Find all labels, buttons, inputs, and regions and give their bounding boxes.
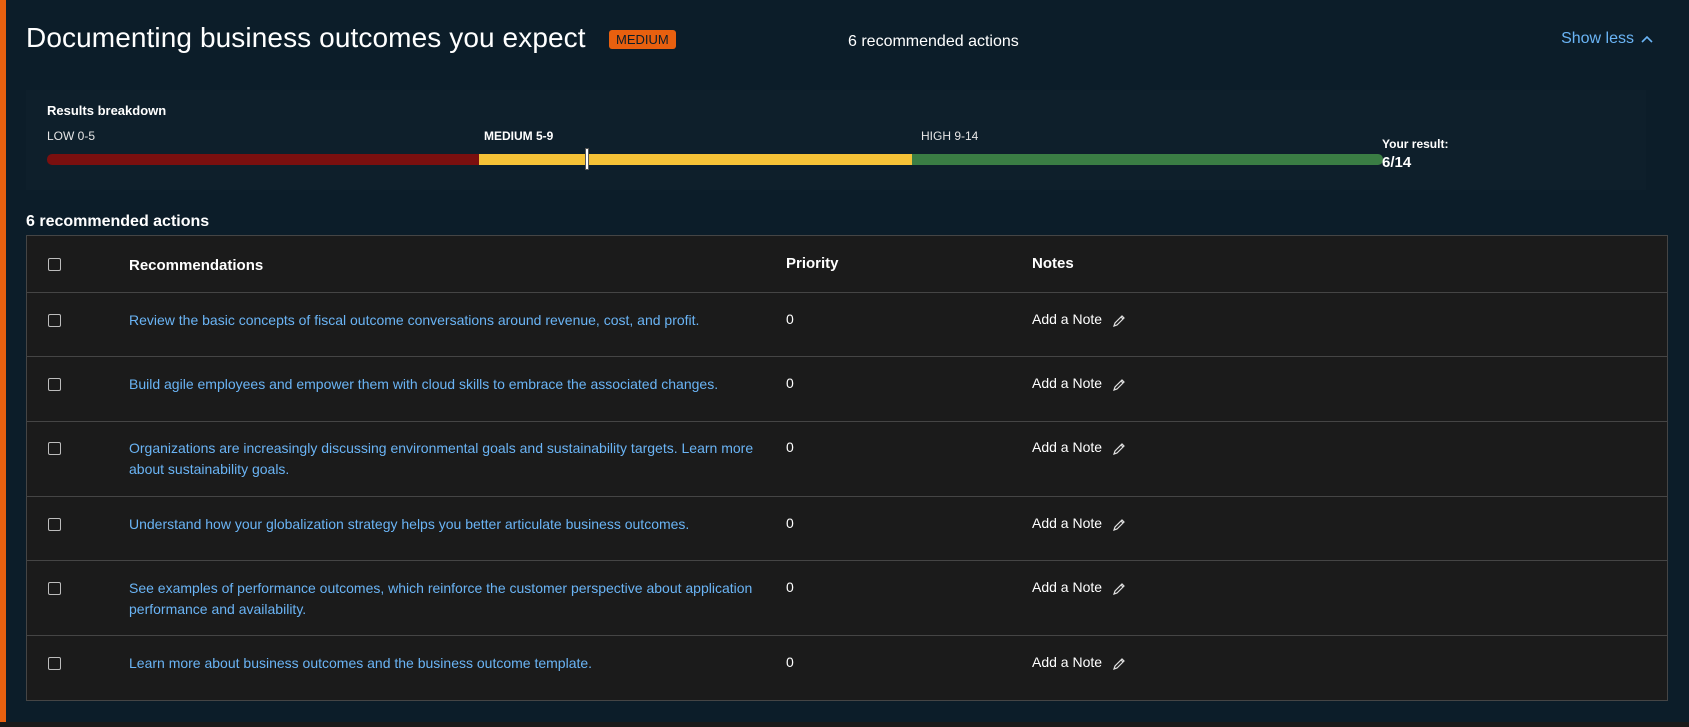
notes-cell: Add a Note: [1032, 439, 1126, 456]
priority-value: 0: [786, 579, 794, 595]
column-header-priority: Priority: [786, 255, 839, 272]
notes-cell: Add a Note: [1032, 375, 1126, 392]
level-badge: MEDIUM: [609, 30, 676, 49]
row-checkbox[interactable]: [48, 314, 61, 327]
table-row: Organizations are increasingly discussin…: [27, 422, 1667, 497]
select-all-checkbox[interactable]: [48, 258, 61, 271]
recommendation-link[interactable]: Organizations are increasingly discussin…: [129, 438, 769, 480]
priority-value: 0: [786, 439, 794, 455]
pencil-icon[interactable]: [1112, 518, 1126, 532]
column-header-recommendations: Recommendations: [129, 257, 264, 274]
page-header: Documenting business outcomes you expect…: [26, 18, 1666, 62]
show-less-label: Show less: [1561, 30, 1634, 47]
priority-value: 0: [786, 654, 794, 670]
pencil-icon[interactable]: [1112, 657, 1126, 671]
priority-value: 0: [786, 375, 794, 391]
result-label: Your result:: [1382, 137, 1449, 151]
show-less-button[interactable]: Show less: [1561, 30, 1654, 48]
recommendation-link[interactable]: Review the basic concepts of fiscal outc…: [129, 310, 769, 331]
notes-cell: Add a Note: [1032, 654, 1126, 671]
column-header-notes: Notes: [1032, 255, 1074, 272]
recommendation-link[interactable]: Understand how your globalization strate…: [129, 514, 769, 535]
recommended-actions-heading: 6 recommended actions: [26, 213, 210, 230]
priority-value: 0: [786, 311, 794, 327]
table-row: Understand how your globalization strate…: [27, 497, 1667, 561]
pencil-icon[interactable]: [1112, 442, 1126, 456]
table-row: Review the basic concepts of fiscal outc…: [27, 293, 1667, 357]
notes-cell: Add a Note: [1032, 515, 1126, 532]
range-label-medium: MEDIUM 5-9: [484, 129, 554, 143]
recommendation-link[interactable]: Build agile employees and empower them w…: [129, 374, 769, 395]
result-value: 6/14: [1382, 154, 1412, 171]
table-header-row: Recommendations Priority Notes: [27, 236, 1667, 293]
score-marker: [585, 148, 590, 170]
pencil-icon[interactable]: [1112, 582, 1126, 596]
range-bar-low: [47, 154, 479, 165]
table-row: See examples of performance outcomes, wh…: [27, 561, 1667, 636]
row-checkbox[interactable]: [48, 582, 61, 595]
range-label-low: LOW 0-5: [47, 129, 96, 143]
bottom-strip: [0, 722, 1689, 727]
recommendations-table: Recommendations Priority Notes Review th…: [26, 235, 1668, 701]
add-note-link[interactable]: Add a Note: [1032, 579, 1102, 595]
page-title: Documenting business outcomes you expect: [26, 22, 586, 53]
recommendation-link[interactable]: Learn more about business outcomes and t…: [129, 653, 769, 674]
chevron-up-icon: [1641, 35, 1653, 43]
pencil-icon[interactable]: [1112, 378, 1126, 392]
add-note-link[interactable]: Add a Note: [1032, 439, 1102, 455]
row-checkbox[interactable]: [48, 657, 61, 670]
range-bar-medium: [479, 154, 912, 165]
results-breakdown: Results breakdown LOW 0-5 MEDIUM 5-9 HIG…: [26, 90, 1646, 190]
table-row: Build agile employees and empower them w…: [27, 357, 1667, 422]
range-label-high: HIGH 9-14: [921, 129, 979, 143]
header-recommended-count: 6 recommended actions: [848, 33, 1019, 50]
row-checkbox[interactable]: [48, 518, 61, 531]
row-checkbox[interactable]: [48, 378, 61, 391]
notes-cell: Add a Note: [1032, 311, 1126, 328]
row-checkbox[interactable]: [48, 442, 61, 455]
priority-value: 0: [786, 515, 794, 531]
accent-bar: [0, 0, 6, 727]
add-note-link[interactable]: Add a Note: [1032, 654, 1102, 670]
range-bar-high: [912, 154, 1383, 165]
pencil-icon[interactable]: [1112, 314, 1126, 328]
notes-cell: Add a Note: [1032, 579, 1126, 596]
breakdown-title: Results breakdown: [47, 103, 167, 118]
recommendation-link[interactable]: See examples of performance outcomes, wh…: [129, 578, 769, 620]
add-note-link[interactable]: Add a Note: [1032, 311, 1102, 327]
add-note-link[interactable]: Add a Note: [1032, 515, 1102, 531]
add-note-link[interactable]: Add a Note: [1032, 375, 1102, 391]
table-row: Learn more about business outcomes and t…: [27, 636, 1667, 700]
